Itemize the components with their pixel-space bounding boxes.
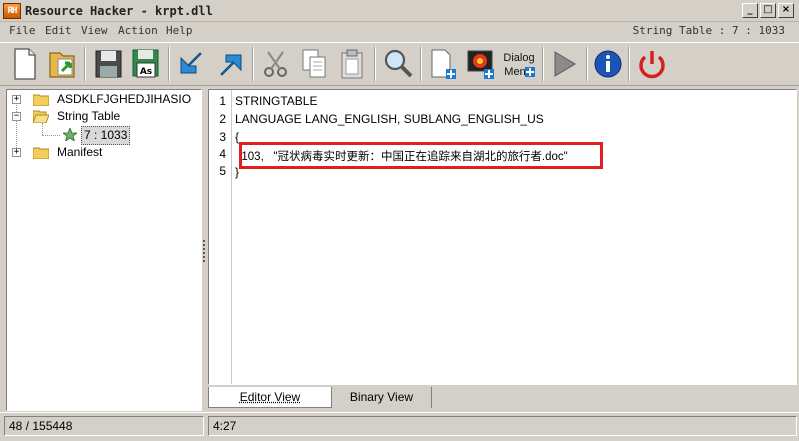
tree-item-manifest[interactable]: + Manifest [11,144,201,161]
window-title: Resource Hacker - krpt.dll [25,4,213,18]
toolbar-separator [420,47,422,81]
line-number: 3 [219,130,226,144]
menu-view[interactable]: View [81,24,108,37]
save-button[interactable] [90,45,126,83]
tree-item-7-1033[interactable]: 7 : 1033 [11,126,201,145]
folder-icon [33,94,49,106]
line-number-gutter: 1 2 3 4 5 [209,90,232,384]
svg-text:Dialog: Dialog [503,52,534,64]
code-line[interactable]: LANGUAGE LANG_ENGLISH, SUBLANG_ENGLISH_U… [235,112,544,126]
line-number: 4 [219,147,226,161]
save-as-button[interactable]: As [128,45,164,83]
panel-splitter[interactable] [203,240,206,266]
tree-item-label: 7 : 1033 [81,126,131,145]
expand-toggle[interactable]: + [12,95,21,104]
open-folder-icon [33,110,49,123]
star-icon [63,128,77,141]
menu-action[interactable]: Action [118,24,158,37]
expand-toggle[interactable]: + [12,148,21,157]
open-button[interactable] [44,45,80,83]
toolbar-separator [586,47,588,81]
cut-icon [264,51,287,77]
menu-file[interactable]: File [9,24,36,37]
save-as-icon: As [132,49,159,78]
import-arrow-icon [180,52,202,74]
tab-binary-view[interactable]: Binary View [332,387,432,408]
export-button[interactable] [212,45,248,83]
paste-button[interactable] [334,45,370,83]
svg-text:As: As [140,67,152,77]
menu-bar: File Edit View Action Help String Table … [0,22,799,40]
app-logo-icon: RH [3,3,21,19]
minimize-button[interactable]: _ [742,3,758,18]
toolbar-separator [84,47,86,81]
toolbar: As Dialog Men [0,42,799,86]
toolbar-separator [374,47,376,81]
status-position: 48 / 155448 [4,416,204,436]
menu-edit[interactable]: Edit [45,24,72,37]
cut-button[interactable] [258,45,294,83]
toolbar-separator [252,47,254,81]
save-icon [95,50,122,78]
status-cursor: 4:27 [208,416,797,436]
menu-help[interactable]: Help [166,24,193,37]
find-button[interactable] [380,45,416,83]
dialog-menu-button[interactable]: Dialog Men [502,45,538,83]
power-icon [639,51,665,79]
add-resource-icon [431,49,456,79]
import-button[interactable] [174,45,210,83]
folder-icon [33,147,49,159]
add-image-resource-button[interactable] [464,45,500,83]
compile-button[interactable] [546,45,582,83]
status-bar: 48 / 155448 4:27 [0,412,799,441]
info-button[interactable] [590,45,626,83]
tab-label: Editor View [239,390,301,404]
tree-item-label: ASDKLFJGHEDJIHASIO [57,92,192,106]
resource-tree[interactable]: + ASDKLFJGHEDJIHASIO − String Table 7 : … [6,89,202,411]
toolbar-separator [542,47,544,81]
add-image-resource-icon [467,50,494,79]
collapse-toggle[interactable]: − [12,112,21,121]
info-icon [594,50,622,78]
resource-path-indicator: String Table : 7 : 1033 [632,24,785,37]
tab-editor-view[interactable]: Editor View [208,387,332,408]
title-bar: RH Resource Hacker - krpt.dll _ □ × [0,0,799,22]
tree-item-asdklf[interactable]: + ASDKLFJGHEDJIHASIO [11,91,201,108]
tab-label: Binary View [349,390,414,404]
close-button[interactable]: × [778,3,794,18]
dialog-menu-icon: Dialog Men [503,52,535,78]
compile-run-icon [554,51,576,77]
toolbar-separator [168,47,170,81]
maximize-button[interactable]: □ [760,3,776,18]
add-resource-button[interactable] [426,45,462,83]
highlight-annotation-box [239,142,603,169]
open-folder-icon [49,52,75,78]
line-number: 1 [219,94,226,108]
view-tabs: Editor View Binary View [208,387,797,409]
toolbar-separator [628,47,630,81]
tree-item-label: String Table [57,109,121,123]
exit-button[interactable] [634,45,670,83]
copy-button[interactable] [296,45,332,83]
tree-item-label: Manifest [57,145,103,159]
find-icon [384,49,413,78]
new-icon [14,48,36,80]
code-editor[interactable]: 1 2 3 4 5 STRINGTABLE LANGUAGE LANG_ENGL… [208,89,797,385]
paste-icon [341,49,363,79]
new-button[interactable] [6,45,42,83]
line-number: 5 [219,164,226,178]
export-arrow-icon [220,54,242,76]
copy-icon [302,49,326,78]
tree-item-string-table[interactable]: − String Table [11,108,201,125]
line-number: 2 [219,112,226,126]
svg-text:Men: Men [504,66,525,78]
code-line[interactable]: STRINGTABLE [235,94,317,108]
